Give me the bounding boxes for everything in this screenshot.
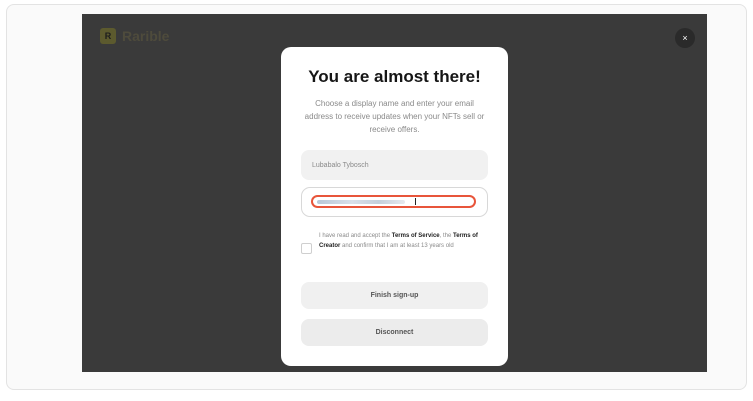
- modal-subtitle: Choose a display name and enter your ema…: [304, 99, 485, 134]
- close-icon: ×: [682, 33, 688, 43]
- modal-title: You are almost there!: [308, 67, 481, 86]
- terms-checkbox[interactable]: [301, 243, 312, 254]
- close-button[interactable]: ×: [675, 28, 695, 48]
- email-field[interactable]: [311, 195, 476, 208]
- email-field-wrapper: [301, 187, 488, 217]
- brand-name: Rarible: [122, 28, 170, 44]
- display-name-value: Lubabalo Tybosch: [312, 161, 369, 169]
- disconnect-button[interactable]: Disconnect: [301, 319, 488, 346]
- terms-of-service-link[interactable]: Terms of Service: [392, 233, 440, 239]
- email-redacted-value: [317, 199, 405, 204]
- rarible-logo-icon: R: [100, 28, 116, 44]
- brand[interactable]: R Rarible: [100, 28, 169, 44]
- terms-row: I have read and accept the Terms of Serv…: [301, 231, 491, 254]
- display-name-field[interactable]: Lubabalo Tybosch: [301, 150, 488, 180]
- terms-text: I have read and accept the Terms of Serv…: [319, 233, 478, 249]
- text-caret: [415, 198, 416, 205]
- finish-signup-button[interactable]: Finish sign-up: [301, 282, 488, 309]
- signup-modal: You are almost there! Choose a display n…: [281, 47, 508, 366]
